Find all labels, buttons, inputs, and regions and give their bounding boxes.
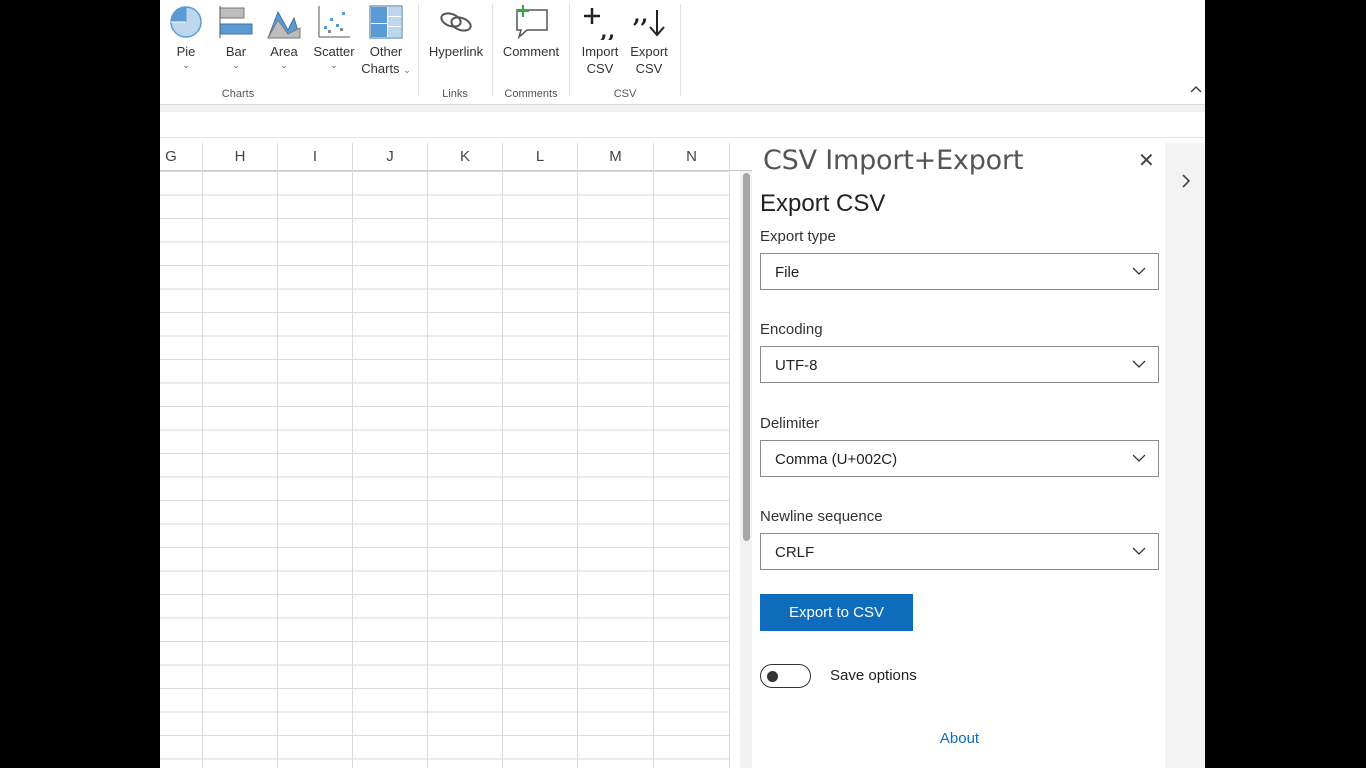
section-title: Export CSV — [760, 190, 886, 217]
column-header[interactable]: N — [654, 143, 730, 171]
import-csv-label-line1: Import — [581, 44, 619, 59]
excel-window: Pie ⌄ Bar ⌄ Area ⌄ Charts Scatter ⌄ Othe… — [160, 0, 1205, 768]
link-icon — [440, 12, 472, 32]
delimiter-label: Delimiter — [760, 415, 820, 432]
grid-line — [502, 171, 503, 768]
chevron-right-icon[interactable] — [1180, 173, 1192, 189]
toggle-knob — [767, 671, 778, 682]
column-header[interactable]: I — [278, 143, 353, 171]
save-options-label: Save options — [830, 667, 917, 684]
chevron-down-icon — [1132, 547, 1146, 555]
pane-title: CSV Import+Export — [763, 145, 1024, 176]
encoding-select[interactable]: UTF-8 — [760, 346, 1159, 383]
export-type-select[interactable]: File — [760, 253, 1159, 290]
grid-line — [577, 171, 578, 768]
column-header[interactable]: K — [428, 143, 503, 171]
formula-bar[interactable] — [160, 112, 1205, 138]
area-chart-button[interactable]: Area ⌄ — [264, 4, 304, 70]
newline-select[interactable]: CRLF — [760, 533, 1159, 570]
column-headers: G H I J K L M N — [160, 143, 752, 171]
grid-line — [352, 171, 353, 768]
comments-group: Comment Comments — [493, 0, 569, 102]
export-type-label: Export type — [760, 228, 836, 245]
column-header[interactable]: L — [503, 143, 578, 171]
group-separator — [680, 4, 681, 96]
area-chart-icon — [267, 10, 301, 39]
pie-chart-label: Pie — [176, 44, 196, 59]
chevron-down-icon — [1132, 360, 1146, 368]
column-header[interactable]: G — [160, 143, 203, 171]
svg-text:,,: ,, — [633, 4, 648, 28]
import-csv-label-line2: CSV — [586, 61, 614, 76]
column-header[interactable]: J — [353, 143, 428, 171]
encoding-label: Encoding — [760, 321, 823, 338]
chevron-down-icon — [1132, 267, 1146, 275]
csv-task-pane: CSV Import+Export ✕ Export CSV Export ty… — [754, 143, 1165, 768]
bar-chart-label: Bar — [225, 44, 247, 59]
csv-group-label: CSV — [613, 88, 637, 100]
pie-chart-icon — [170, 6, 202, 38]
links-group-label: Links — [442, 88, 468, 100]
csv-group: ,, Import CSV ,, Export CSV CSV — [570, 0, 680, 102]
close-icon[interactable]: ✕ — [1138, 151, 1155, 171]
charts-group: Pie ⌄ Bar ⌄ Area ⌄ Charts — [160, 0, 316, 102]
export-csv-button[interactable]: ,, Export CSV — [626, 4, 672, 77]
side-panel-strip — [1165, 143, 1205, 768]
collapse-ribbon-icon[interactable] — [1189, 82, 1203, 96]
ribbon-divider — [160, 104, 1205, 112]
worksheet-grid[interactable]: G H I J K L M N — [160, 143, 752, 768]
import-csv-button[interactable]: ,, Import CSV — [577, 4, 623, 77]
encoding-value: UTF-8 — [775, 357, 818, 374]
import-csv-icon: ,, — [584, 8, 615, 40]
comment-button[interactable]: Comment — [500, 4, 562, 60]
comment-label: Comment — [502, 44, 560, 59]
comment-icon — [516, 5, 548, 40]
chevron-down-icon — [1132, 454, 1146, 462]
hyperlink-label: Hyperlink — [428, 44, 484, 59]
chevron-down-icon: ⌄ — [330, 60, 338, 70]
grid-line — [427, 171, 428, 768]
delimiter-value: Comma (U+002C) — [775, 451, 898, 468]
export-csv-label-line1: Export — [630, 44, 668, 59]
vertical-scrollbar[interactable] — [740, 171, 752, 768]
bar-chart-icon — [219, 6, 253, 38]
export-to-csv-button[interactable]: Export to CSV — [760, 594, 913, 631]
links-group: Hyperlink Links — [419, 0, 491, 102]
save-options-toggle[interactable] — [760, 664, 811, 688]
other-charts-button[interactable]: Other Charts ⌄ — [359, 4, 413, 79]
other-charts-icon — [369, 5, 403, 39]
area-chart-label: Area — [270, 44, 298, 59]
charts-group-label: Charts — [221, 88, 255, 100]
cell-area[interactable] — [160, 171, 730, 768]
grid-line — [277, 171, 278, 768]
newline-label: Newline sequence — [760, 508, 883, 525]
grid-line — [653, 171, 654, 768]
pie-chart-button[interactable]: Pie ⌄ — [166, 4, 206, 70]
svg-text:,,: ,, — [600, 18, 615, 40]
export-csv-icon: ,, — [633, 4, 665, 37]
grid-line — [729, 171, 730, 768]
other-charts-label-line2: Charts — [361, 61, 400, 76]
newline-value: CRLF — [775, 544, 815, 561]
ribbon: Pie ⌄ Bar ⌄ Area ⌄ Charts Scatter ⌄ Othe… — [160, 0, 1205, 104]
grid-line — [202, 171, 203, 768]
comments-group-label: Comments — [504, 88, 558, 100]
column-header[interactable]: M — [578, 143, 654, 171]
other-charts-label-line1: Other — [369, 44, 403, 59]
column-header[interactable]: H — [203, 143, 278, 171]
scatter-chart-button[interactable]: Scatter ⌄ — [310, 4, 358, 70]
chevron-down-icon: ⌄ — [403, 65, 411, 75]
scatter-chart-label: Scatter — [313, 44, 355, 59]
scrollbar-thumb[interactable] — [743, 173, 750, 541]
scatter-chart-icon — [318, 6, 350, 38]
about-link[interactable]: About — [754, 730, 1165, 747]
chevron-down-icon: ⌄ — [280, 60, 288, 70]
chevron-down-icon: ⌄ — [182, 60, 190, 70]
delimiter-select[interactable]: Comma (U+002C) — [760, 440, 1159, 477]
hyperlink-button[interactable]: Hyperlink — [426, 4, 486, 60]
bar-chart-button[interactable]: Bar ⌄ — [216, 4, 256, 70]
export-csv-label-line2: CSV — [635, 61, 663, 76]
chevron-down-icon: ⌄ — [232, 60, 240, 70]
export-type-value: File — [775, 264, 800, 281]
